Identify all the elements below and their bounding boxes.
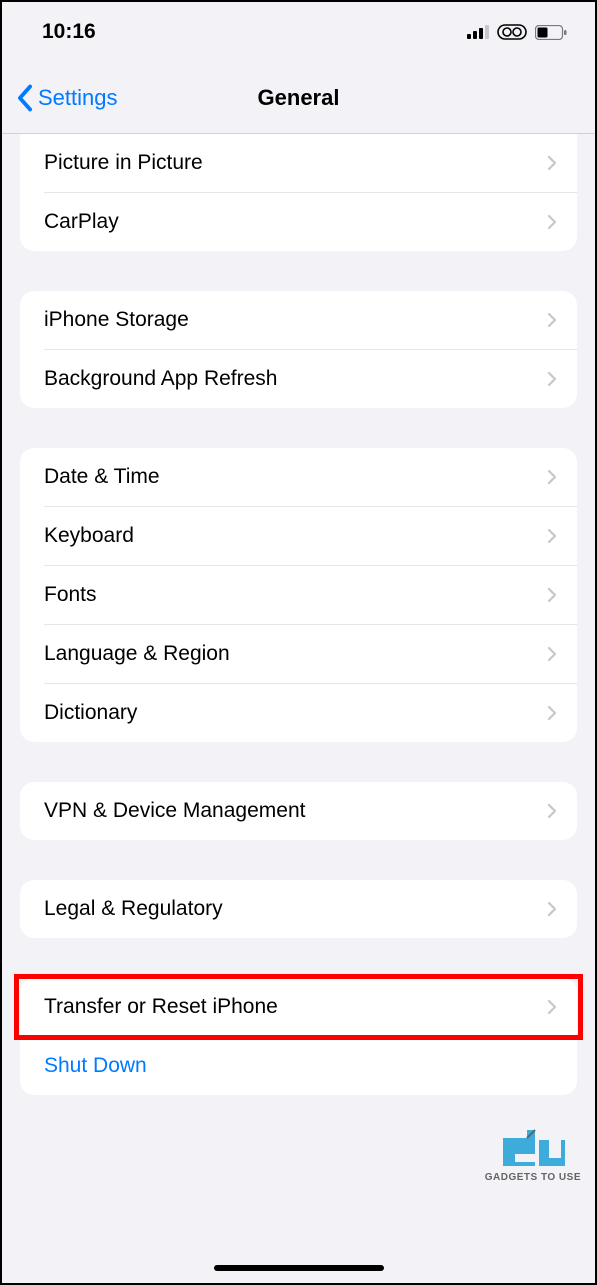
row-label: VPN & Device Management	[44, 799, 305, 823]
watermark-text: GADGETS TO USE	[485, 1172, 581, 1183]
row-shut-down[interactable]: Shut Down	[20, 1037, 577, 1095]
settings-group-6: Transfer or Reset iPhone Shut Down	[20, 978, 577, 1095]
battery-icon	[535, 25, 567, 40]
row-label: Background App Refresh	[44, 367, 277, 391]
chevron-right-icon	[547, 705, 557, 721]
nav-bar: Settings General	[2, 62, 595, 134]
row-label: Shut Down	[44, 1054, 147, 1078]
chevron-right-icon	[547, 901, 557, 917]
home-indicator[interactable]	[214, 1265, 384, 1271]
page-title: General	[258, 85, 340, 111]
row-fonts[interactable]: Fonts	[20, 566, 577, 624]
chevron-right-icon	[547, 312, 557, 328]
settings-group-3: Date & Time Keyboard Fonts Language & Re…	[20, 448, 577, 742]
settings-content[interactable]: Picture in Picture CarPlay iPhone Storag…	[2, 134, 595, 1283]
row-language-region[interactable]: Language & Region	[20, 625, 577, 683]
settings-group-4: VPN & Device Management	[20, 782, 577, 840]
row-label: Date & Time	[44, 465, 160, 489]
chevron-left-icon	[16, 84, 34, 112]
status-bar: 10:16	[2, 2, 595, 62]
row-legal-regulatory[interactable]: Legal & Regulatory	[20, 880, 577, 938]
cellular-signal-icon	[467, 25, 489, 39]
row-background-app-refresh[interactable]: Background App Refresh	[20, 350, 577, 408]
chevron-right-icon	[547, 155, 557, 171]
row-label: Dictionary	[44, 701, 137, 725]
watermark: GADGETS TO USE	[485, 1126, 581, 1183]
row-carplay[interactable]: CarPlay	[20, 193, 577, 251]
vpn-icon	[497, 24, 527, 40]
row-date-time[interactable]: Date & Time	[20, 448, 577, 506]
row-label: iPhone Storage	[44, 308, 189, 332]
screen: 10:16 Settings	[2, 2, 595, 1283]
row-label: Picture in Picture	[44, 151, 203, 175]
settings-group-1: Picture in Picture CarPlay	[20, 134, 577, 251]
settings-group-2: iPhone Storage Background App Refresh	[20, 291, 577, 408]
status-time: 10:16	[42, 20, 96, 44]
watermark-logo	[497, 1126, 569, 1170]
row-picture-in-picture[interactable]: Picture in Picture	[20, 134, 577, 192]
chevron-right-icon	[547, 214, 557, 230]
chevron-right-icon	[547, 803, 557, 819]
back-button[interactable]: Settings	[2, 84, 118, 112]
row-label: CarPlay	[44, 210, 119, 234]
chevron-right-icon	[547, 528, 557, 544]
row-keyboard[interactable]: Keyboard	[20, 507, 577, 565]
row-transfer-reset[interactable]: Transfer or Reset iPhone	[20, 978, 577, 1036]
back-label: Settings	[38, 85, 118, 111]
row-vpn-device-management[interactable]: VPN & Device Management	[20, 782, 577, 840]
status-indicators	[467, 24, 567, 40]
chevron-right-icon	[547, 469, 557, 485]
row-label: Language & Region	[44, 642, 230, 666]
chevron-right-icon	[547, 999, 557, 1015]
settings-group-5: Legal & Regulatory	[20, 880, 577, 938]
chevron-right-icon	[547, 587, 557, 603]
row-label: Legal & Regulatory	[44, 897, 223, 921]
chevron-right-icon	[547, 646, 557, 662]
row-label: Fonts	[44, 583, 97, 607]
row-dictionary[interactable]: Dictionary	[20, 684, 577, 742]
chevron-right-icon	[547, 371, 557, 387]
row-label: Keyboard	[44, 524, 134, 548]
row-iphone-storage[interactable]: iPhone Storage	[20, 291, 577, 349]
row-label: Transfer or Reset iPhone	[44, 995, 278, 1019]
